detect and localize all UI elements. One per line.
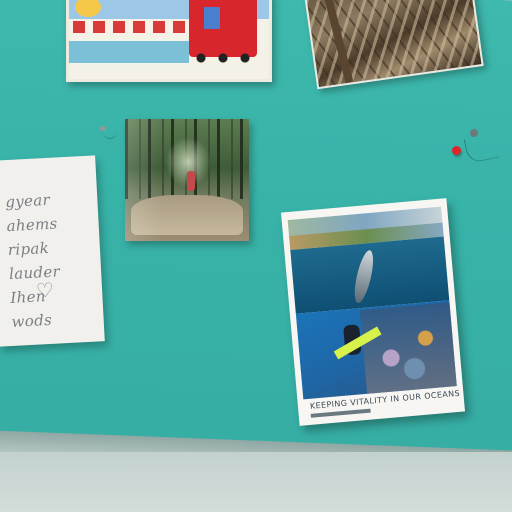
- ocean-poster[interactable]: KEEPING VITALITY IN OUR OCEANS: [280, 198, 466, 426]
- drawing-red-house: [189, 0, 257, 57]
- pushpin-grey[interactable]: [470, 129, 478, 137]
- pushpin-red[interactable]: [452, 146, 461, 155]
- bulletin-board-scene: gyear ahems ripak lauder Ihen wods ♡ KEE…: [0, 0, 512, 512]
- poster-coral: [359, 302, 457, 394]
- handwritten-note[interactable]: gyear ahems ripak lauder Ihen wods ♡: [0, 155, 105, 347]
- forest-highlight: [125, 119, 249, 241]
- forest-stream-photo[interactable]: [125, 119, 249, 241]
- note-handwriting: gyear ahems ripak lauder Ihen wods: [4, 190, 61, 331]
- floor: [0, 452, 512, 512]
- drawing-window: [204, 7, 220, 29]
- drawing-ground: [69, 41, 189, 63]
- heart-icon: ♡: [35, 277, 55, 303]
- drawing-wheels: [193, 53, 257, 63]
- drawing-red-stripe: [73, 21, 191, 33]
- child-drawing-photo[interactable]: [66, 0, 272, 82]
